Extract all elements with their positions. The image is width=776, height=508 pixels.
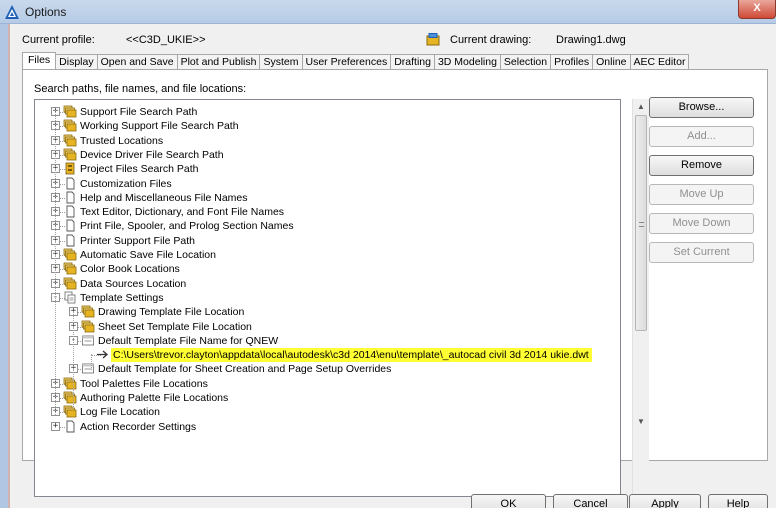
apply-button[interactable]: Apply <box>629 494 701 508</box>
file-icon <box>63 191 77 204</box>
ok-button[interactable]: OK <box>471 494 546 508</box>
tab-aec-editor[interactable]: AEC Editor <box>630 54 690 70</box>
window-frame-edge <box>8 24 10 508</box>
title-bar[interactable]: Options X <box>0 0 776 24</box>
current-drawing-label: Current drawing: <box>450 34 532 46</box>
search-paths-label: Search paths, file names, and file locat… <box>34 83 247 95</box>
tree-guide-line <box>91 354 92 370</box>
tab-system[interactable]: System <box>260 54 303 70</box>
folder-stack-icon <box>63 134 77 147</box>
tree-item-label: Default Template for Sheet Creation and … <box>98 363 392 375</box>
window-title: Options <box>25 5 67 19</box>
drawing-icon <box>426 33 440 46</box>
tree-item-label: Data Sources Location <box>80 278 187 290</box>
tab-user-preferences[interactable]: User Preferences <box>302 54 392 70</box>
folder-stack-icon <box>81 320 95 333</box>
scroll-up-arrow-icon[interactable]: ▲ <box>633 99 649 115</box>
scrollbar-grip-icon <box>639 222 644 227</box>
files-tab-panel: Search paths, file names, and file locat… <box>22 69 768 497</box>
tree-item-label: Default Template File Name for QNEW <box>98 335 279 347</box>
tab-3d-modeling[interactable]: 3D Modeling <box>434 54 501 70</box>
tree-item-label: Drawing Template File Location <box>98 306 245 318</box>
folder-stack-icon <box>63 405 77 418</box>
tree-guide-line <box>73 311 74 407</box>
current-profile-value: <<C3D_UKIE>> <box>126 34 206 46</box>
tab-plot-and-publish[interactable]: Plot and Publish <box>177 54 261 70</box>
set-current-button[interactable]: Set Current <box>649 242 754 263</box>
remove-button[interactable]: Remove <box>649 155 754 176</box>
tab-drafting[interactable]: Drafting <box>391 54 435 70</box>
project-icon <box>63 162 77 175</box>
file-icon <box>63 234 77 247</box>
window-frame-left <box>0 24 8 508</box>
tab-online[interactable]: Online <box>593 54 631 70</box>
add-button[interactable]: Add... <box>649 126 754 147</box>
tab-selection[interactable]: Selection <box>500 54 552 70</box>
file-icon <box>63 420 77 433</box>
scroll-down-arrow-icon[interactable]: ▼ <box>633 414 649 430</box>
tree-item-label: Template Settings <box>80 292 164 304</box>
tab-display[interactable]: Display <box>56 54 98 70</box>
move-down-button[interactable]: Move Down <box>649 213 754 234</box>
tab-open-and-save[interactable]: Open and Save <box>97 54 178 70</box>
dwt-icon <box>81 334 95 347</box>
folder-stack-icon <box>63 277 77 290</box>
tree-item-label: C:\Users\trevor.clayton\appdata\local\au… <box>111 348 592 362</box>
file-icon <box>63 177 77 190</box>
expand-icon[interactable]: + <box>51 422 60 431</box>
tree-item-label: Print File, Spooler, and Prolog Section … <box>80 220 294 232</box>
tab-profiles[interactable]: Profiles <box>551 54 594 70</box>
tree-vertical-scrollbar[interactable]: ▲ ▼ <box>632 99 649 497</box>
tree-item-label: Color Book Locations <box>80 263 180 275</box>
cancel-button[interactable]: Cancel <box>553 494 628 508</box>
tree-item-label: Action Recorder Settings <box>80 421 197 433</box>
template-icon <box>63 291 77 304</box>
folder-stack-icon <box>63 262 77 275</box>
folder-stack-icon <box>63 119 77 132</box>
tree-item-label: Customization Files <box>80 178 172 190</box>
tree-item-label: Automatic Save File Location <box>80 249 216 261</box>
arrow-icon <box>96 348 110 361</box>
profile-row: Current profile: <<C3D_UKIE>> Current dr… <box>22 33 762 48</box>
autocad-app-icon <box>5 5 19 19</box>
tree-item-label: Log File Location <box>80 406 160 418</box>
help-button[interactable]: Help <box>708 494 768 508</box>
file-icon <box>63 219 77 232</box>
folder-stack-icon <box>63 377 77 390</box>
tab-bar: Files Display Open and Save Plot and Pub… <box>22 52 690 70</box>
options-dialog: Options X Current profile: <<C3D_UKIE>> … <box>0 0 776 508</box>
folder-stack-icon <box>63 391 77 404</box>
browse-button[interactable]: Browse... <box>649 97 754 118</box>
tree-guide-line <box>55 110 56 415</box>
tree-item-label: Device Driver File Search Path <box>80 149 224 161</box>
tree-item-label: Project Files Search Path <box>80 163 199 175</box>
move-up-button[interactable]: Move Up <box>649 184 754 205</box>
tree-item-label: Printer Support File Path <box>80 235 195 247</box>
close-button[interactable]: X <box>738 0 776 19</box>
current-profile-label: Current profile: <box>22 34 95 46</box>
folder-stack-icon <box>63 248 77 261</box>
tree-item-label: Text Editor, Dictionary, and Font File N… <box>80 206 285 218</box>
current-drawing-value: Drawing1.dwg <box>556 34 626 46</box>
tree-item-label: Authoring Palette File Locations <box>80 392 229 404</box>
file-locations-tree[interactable]: + Support File Search Path + Working Suppor… <box>34 99 621 497</box>
tab-files[interactable]: Files <box>22 52 57 70</box>
tree-item-label: Sheet Set Template File Location <box>98 321 252 333</box>
file-icon <box>63 205 77 218</box>
folder-stack-icon <box>81 305 95 318</box>
scrollbar-thumb[interactable] <box>635 115 647 331</box>
tree-item-label: Support File Search Path <box>80 106 198 118</box>
folder-stack-icon <box>63 105 77 118</box>
folder-stack-icon <box>63 148 77 161</box>
tree-item-label: Trusted Locations <box>80 135 164 147</box>
tree-item-label: Working Support File Search Path <box>80 120 239 132</box>
tree-item-label: Help and Miscellaneous File Names <box>80 192 248 204</box>
dwt-icon <box>81 362 95 375</box>
tree-item-label: Tool Palettes File Locations <box>80 378 208 390</box>
